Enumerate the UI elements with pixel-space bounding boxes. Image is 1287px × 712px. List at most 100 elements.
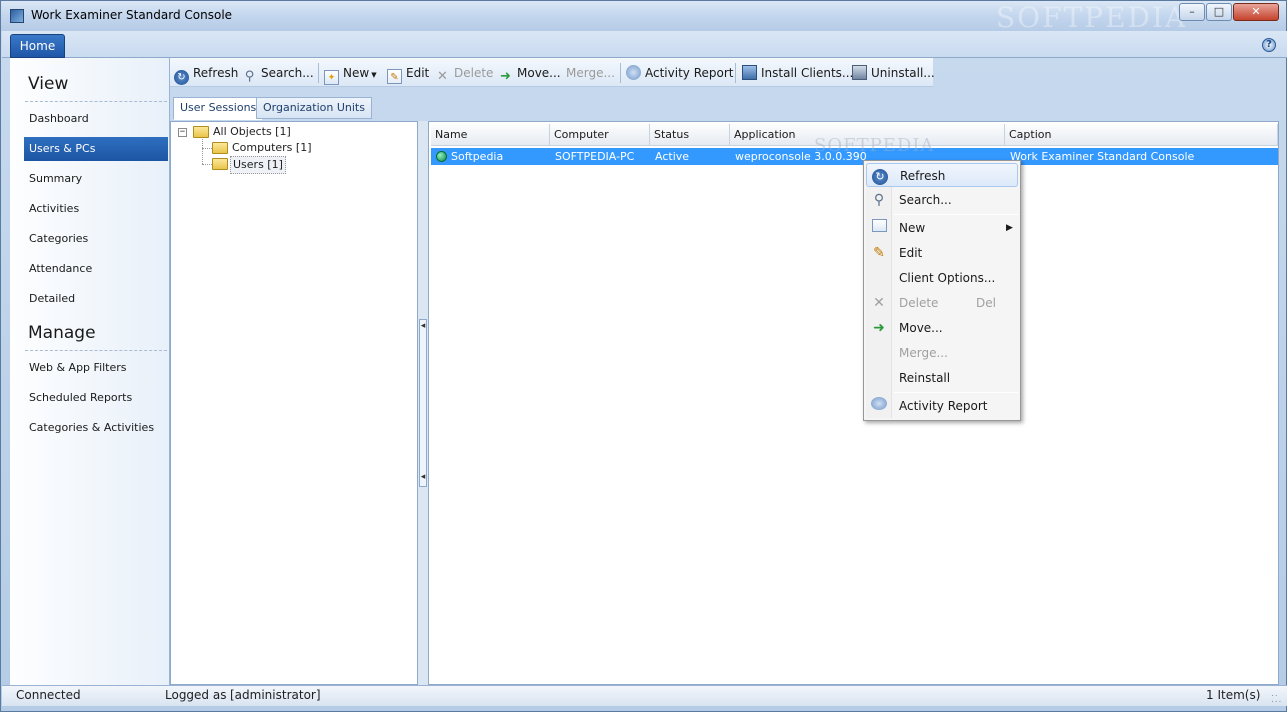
watermark: SOFTPEDIA [814, 135, 935, 156]
app-window: Work Examiner Standard Console SOFTPEDIA… [0, 0, 1287, 712]
edit-icon: ✎ [387, 69, 402, 84]
report-icon [870, 397, 888, 415]
menu-item-refresh[interactable]: ↻ Refresh [866, 163, 1018, 187]
new-button[interactable]: ✦ New ▼ [324, 64, 377, 85]
search-icon: ⚲ [873, 192, 885, 208]
status-bar: Connected Logged as [administrator] 1 It… [2, 685, 1287, 706]
menu-item-client-options[interactable]: Client Options... [866, 266, 1018, 290]
tab-user-sessions[interactable]: User Sessions [173, 97, 264, 120]
activity-report-button[interactable]: Activity Report [626, 64, 733, 82]
menu-label: Merge... [899, 346, 948, 360]
menu-label: Client Options... [899, 271, 996, 285]
edit-icon: ✎ [873, 245, 885, 261]
left-nav: View Dashboard Users & PCs Summary Activ… [10, 58, 170, 685]
help-icon[interactable]: ? [1262, 38, 1276, 52]
nav-item-web-app-filters[interactable]: Web & App Filters [24, 356, 168, 380]
pane-splitter[interactable]: ◂ ◂ [418, 121, 428, 685]
tree-node-users[interactable]: Users [1] [171, 156, 411, 174]
menu-label: Delete [899, 296, 939, 310]
folder-icon [193, 126, 209, 138]
menu-item-reinstall[interactable]: Reinstall [866, 366, 1018, 390]
move-icon: ➜ [500, 69, 511, 84]
install-icon [742, 65, 757, 80]
nav-item-categories[interactable]: Categories [24, 227, 168, 251]
sessions-grid: Name Computer Status Application Caption… [428, 121, 1279, 685]
nav-item-attendance[interactable]: Attendance [24, 257, 168, 281]
minimize-button[interactable]: – [1179, 3, 1205, 21]
delete-button[interactable]: ✕ Delete [435, 64, 494, 84]
delete-icon: ✕ [873, 295, 885, 311]
menu-item-edit[interactable]: ✎ Edit [866, 241, 1018, 265]
menu-item-move[interactable]: ➜ Move... [866, 316, 1018, 340]
online-status-icon [436, 151, 447, 162]
edit-button[interactable]: ✎ Edit [387, 64, 430, 84]
toolbar-separator [620, 63, 621, 83]
menu-label: Activity Report [899, 399, 988, 413]
menu-item-merge[interactable]: Merge... [866, 341, 1018, 365]
tab-organization-units[interactable]: Organization Units [256, 97, 372, 119]
menu-item-new[interactable]: New ▶ [866, 216, 1018, 240]
report-icon [626, 65, 641, 80]
search-icon: ⚲ [244, 69, 255, 84]
move-button[interactable]: ➜ Move... [498, 64, 561, 84]
collapse-icon[interactable]: − [178, 128, 187, 137]
menu-item-activity-report[interactable]: Activity Report [866, 394, 1018, 418]
merge-label: Merge... [566, 66, 615, 80]
column-header-caption[interactable]: Caption [1005, 124, 1278, 146]
uninstall-button[interactable]: Uninstall... [852, 64, 935, 82]
tree-label: All Objects [1] [213, 125, 291, 138]
nav-item-categories-activities[interactable]: Categories & Activities [24, 416, 168, 440]
splitter-handle[interactable]: ◂ ◂ [419, 319, 427, 487]
search-button[interactable]: ⚲ Search... [242, 64, 314, 84]
menu-label: Refresh [900, 169, 946, 183]
toolbar: ↻ Refresh ⚲ Search... ✦ New ▼ ✎ Edit ✕ Delete … [170, 58, 935, 87]
delete-label: Delete [454, 66, 494, 80]
delete-icon: ✕ [437, 69, 448, 84]
edit-label: Edit [406, 66, 430, 80]
title-bar[interactable]: Work Examiner Standard Console SOFTPEDIA… [1, 1, 1286, 34]
chevron-left-icon: ◂ [420, 321, 426, 331]
nav-header-manage: Manage [28, 323, 96, 343]
resize-grip-icon[interactable]: . .. . . [1271, 690, 1283, 705]
chevron-down-icon: ▼ [371, 71, 377, 79]
nav-item-summary[interactable]: Summary [24, 167, 168, 191]
merge-button[interactable]: Merge... [566, 64, 615, 82]
menu-label: Reinstall [899, 371, 951, 385]
menu-separator [894, 392, 1018, 393]
install-clients-button[interactable]: Install Clients... [742, 64, 853, 82]
menu-label: New [899, 221, 926, 235]
tree-node-computers[interactable]: Computers [1] [171, 140, 411, 156]
new-icon [870, 219, 888, 237]
item-count: 1 Item(s) [1206, 688, 1261, 702]
refresh-button[interactable]: ↻ Refresh [174, 64, 238, 85]
activity-report-label: Activity Report [645, 66, 734, 80]
column-header-computer[interactable]: Computer [550, 124, 650, 146]
uninstall-label: Uninstall... [871, 66, 935, 80]
uninstall-icon [852, 65, 867, 80]
object-tree: − All Objects [1] Computers [1] Users [1… [170, 121, 418, 685]
search-label: Search... [261, 66, 314, 80]
menu-item-search[interactable]: ⚲ Search... [866, 188, 1018, 212]
folder-icon [212, 142, 228, 154]
nav-item-activities[interactable]: Activities [24, 197, 168, 221]
nav-item-detailed[interactable]: Detailed [24, 287, 168, 311]
install-clients-label: Install Clients... [761, 66, 854, 80]
cell-name: Softpedia [451, 150, 504, 163]
nav-item-scheduled-reports[interactable]: Scheduled Reports [24, 386, 168, 410]
maximize-button[interactable]: □ [1206, 3, 1232, 21]
column-header-name[interactable]: Name [431, 124, 550, 146]
nav-item-dashboard[interactable]: Dashboard [24, 107, 168, 131]
column-header-status[interactable]: Status [650, 124, 730, 146]
menu-item-delete[interactable]: ✕ Delete Del [866, 291, 1018, 315]
watermark: SOFTPEDIA [996, 1, 1188, 34]
logged-user: [administrator] [230, 688, 321, 702]
nav-item-users-pcs[interactable]: Users & PCs [24, 137, 168, 161]
logged-as-label: Logged as [165, 688, 227, 702]
nav-header-view: View [28, 74, 69, 94]
tab-home[interactable]: Home [10, 34, 65, 58]
menu-shortcut: Del [976, 296, 996, 310]
menu-label: Move... [899, 321, 943, 335]
tree-node-all-objects[interactable]: − All Objects [1] [171, 124, 411, 140]
close-button[interactable]: ✕ [1233, 3, 1279, 21]
move-label: Move... [517, 66, 561, 80]
